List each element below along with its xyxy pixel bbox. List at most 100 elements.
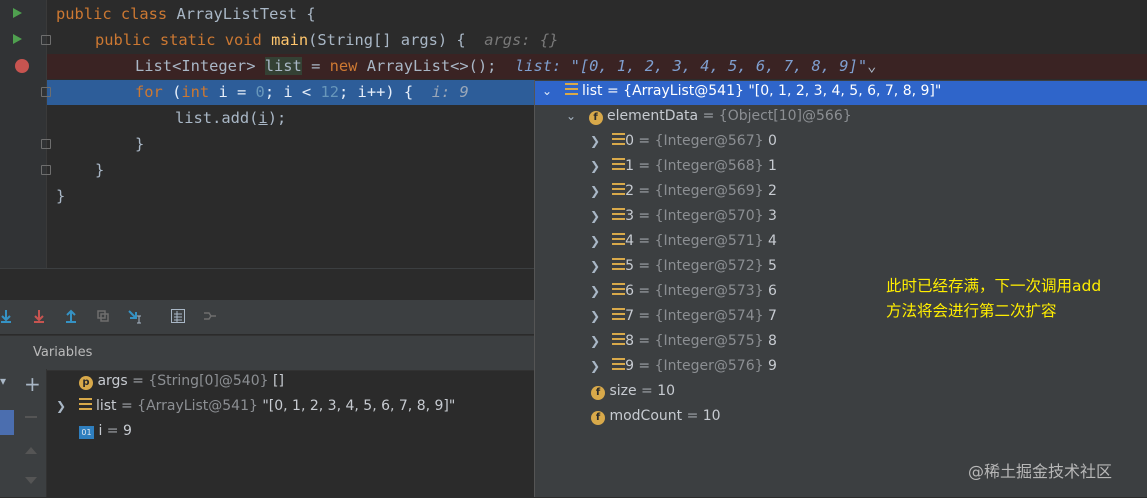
element-type: {Integer@573} xyxy=(654,283,764,299)
field-icon: f xyxy=(588,111,603,125)
code-line-3: List<Integer> list = new ArrayList<>(); … xyxy=(135,57,877,75)
chevron-down-icon[interactable]: ▾ xyxy=(0,374,6,388)
remove-watch-icon[interactable] xyxy=(25,416,37,418)
element-value: 1 xyxy=(763,158,777,174)
code-line-2: public static void main(String[] args) {… xyxy=(95,31,559,49)
run-to-cursor-icon[interactable] xyxy=(127,308,143,324)
chevron-right-icon[interactable]: ❯ xyxy=(590,359,600,373)
element-index: 9 xyxy=(625,358,634,374)
element-row[interactable]: ❯ 6 = {Integer@573} 6 xyxy=(590,283,777,299)
frame-selected-marker[interactable] xyxy=(0,410,14,435)
array-element-icon xyxy=(612,233,626,245)
array-element-icon xyxy=(612,283,626,295)
element-type: {Integer@570} xyxy=(654,208,764,224)
annotation-line-2: 方法将会进行第二次扩容 xyxy=(886,302,1057,320)
array-list-icon xyxy=(564,83,578,95)
chevron-right-icon[interactable]: ❯ xyxy=(590,234,600,248)
chevron-right-icon[interactable]: ❯ xyxy=(590,259,600,273)
step-over-icon[interactable] xyxy=(0,308,16,324)
chevron-right-icon[interactable]: ❯ xyxy=(56,399,66,413)
element-row[interactable]: ❯ 5 = {Integer@572} 5 xyxy=(590,258,777,274)
fold-marker-icon[interactable] xyxy=(41,165,51,175)
array-element-icon xyxy=(612,208,626,220)
element-row[interactable]: ❯ 0 = {Integer@567} 0 xyxy=(590,133,777,149)
chevron-right-icon[interactable]: ❯ xyxy=(590,134,600,148)
variables-tab[interactable]: Variables xyxy=(33,345,92,360)
step-out-icon[interactable] xyxy=(63,308,79,324)
element-type: {Integer@574} xyxy=(654,308,764,324)
watermark: @稀土掘金技术社区 xyxy=(968,462,1113,481)
chevron-right-icon[interactable]: ❯ xyxy=(590,309,600,323)
move-up-icon[interactable] xyxy=(25,447,37,454)
element-index: 1 xyxy=(625,158,634,174)
element-eq: = xyxy=(633,358,655,374)
element-row[interactable]: ❯ 1 = {Integer@568} 1 xyxy=(590,158,777,174)
run-class-icon[interactable] xyxy=(13,8,22,18)
editor-gutter xyxy=(0,0,46,268)
evaluate-expression-icon[interactable] xyxy=(170,308,186,324)
element-type: {Integer@567} xyxy=(654,133,764,149)
element-row[interactable]: ❯ 3 = {Integer@570} 3 xyxy=(590,208,777,224)
debugger-toolbar xyxy=(0,300,534,334)
element-row[interactable]: ❯ 4 = {Integer@571} 4 xyxy=(590,233,777,249)
array-element-icon xyxy=(612,133,626,145)
expand-chevron-icon[interactable]: ⌄ xyxy=(867,57,876,75)
element-eq: = xyxy=(633,308,655,324)
run-main-icon[interactable] xyxy=(13,34,22,44)
code-line-8: } xyxy=(56,187,66,205)
element-index: 6 xyxy=(625,283,634,299)
element-value: 9 xyxy=(763,358,777,374)
element-row[interactable]: ❯ 9 = {Integer@576} 9 xyxy=(590,358,777,374)
add-watch-icon[interactable]: + xyxy=(24,372,41,396)
chevron-right-icon[interactable]: ❯ xyxy=(590,159,600,173)
element-index: 2 xyxy=(625,183,634,199)
array-element-icon xyxy=(612,358,626,370)
fold-marker-icon[interactable] xyxy=(41,87,51,97)
code-line-1: public class ArrayListTest { xyxy=(56,5,316,23)
element-row[interactable]: ❯ 2 = {Integer@569} 2 xyxy=(590,183,777,199)
element-eq: = xyxy=(633,283,655,299)
element-type: {Integer@575} xyxy=(654,333,764,349)
trace-stream-icon[interactable] xyxy=(202,308,218,324)
fold-marker-icon[interactable] xyxy=(41,139,51,149)
element-type: {Integer@572} xyxy=(654,258,764,274)
var-row-i[interactable]: 01 i = 9 xyxy=(79,423,132,439)
element-type: {Integer@571} xyxy=(654,233,764,249)
annotation-line-1: 此时已经存满，下一次调用add xyxy=(886,277,1102,295)
element-index: 4 xyxy=(625,233,634,249)
popup-elementdata-row[interactable]: ⌄ f elementData = {Object[10]@566} xyxy=(566,108,852,125)
drop-frame-icon[interactable] xyxy=(95,308,111,324)
chevron-right-icon[interactable]: ❯ xyxy=(590,284,600,298)
element-eq: = xyxy=(633,233,655,249)
chevron-right-icon[interactable]: ❯ xyxy=(590,209,600,223)
var-row-list[interactable]: ❯ list = {ArrayList@541} "[0, 1, 2, 3, 4… xyxy=(56,398,455,414)
var-row-args[interactable]: p args = {String[0]@540} [] xyxy=(79,373,284,390)
step-into-icon[interactable] xyxy=(31,308,47,324)
breakpoint-icon[interactable] xyxy=(15,59,29,73)
array-element-icon xyxy=(612,308,626,320)
move-down-icon[interactable] xyxy=(25,477,37,484)
array-element-icon xyxy=(612,183,626,195)
annotation-note: 此时已经存满，下一次调用add 方法将会进行第二次扩容 xyxy=(886,274,1101,324)
primitive-icon: 01 xyxy=(79,426,94,439)
element-type: {Integer@568} xyxy=(654,158,764,174)
chevron-right-icon[interactable]: ❯ xyxy=(590,334,600,348)
chevron-down-icon[interactable]: ⌄ xyxy=(566,109,576,123)
variables-header: Variables xyxy=(0,335,534,371)
popup-size-row[interactable]: f size = 10 xyxy=(591,383,675,400)
element-index: 8 xyxy=(625,333,634,349)
fold-marker-icon[interactable] xyxy=(41,35,51,45)
popup-root-row[interactable]: ⌄ list = {ArrayList@541} "[0, 1, 2, 3, 4… xyxy=(542,83,941,99)
chevron-right-icon[interactable]: ❯ xyxy=(590,184,600,198)
parameter-icon: p xyxy=(79,376,93,390)
element-row[interactable]: ❯ 7 = {Integer@574} 7 xyxy=(590,308,777,324)
element-eq: = xyxy=(633,333,655,349)
element-value: 6 xyxy=(763,283,777,299)
array-list-icon xyxy=(78,398,92,410)
popup-modcount-row[interactable]: f modCount = 10 xyxy=(591,408,721,425)
element-index: 0 xyxy=(625,133,634,149)
element-row[interactable]: ❯ 8 = {Integer@575} 8 xyxy=(590,333,777,349)
code-line-5: list.add(i); xyxy=(175,109,287,127)
chevron-down-icon[interactable]: ⌄ xyxy=(542,84,552,98)
code-line-6: } xyxy=(135,135,145,153)
